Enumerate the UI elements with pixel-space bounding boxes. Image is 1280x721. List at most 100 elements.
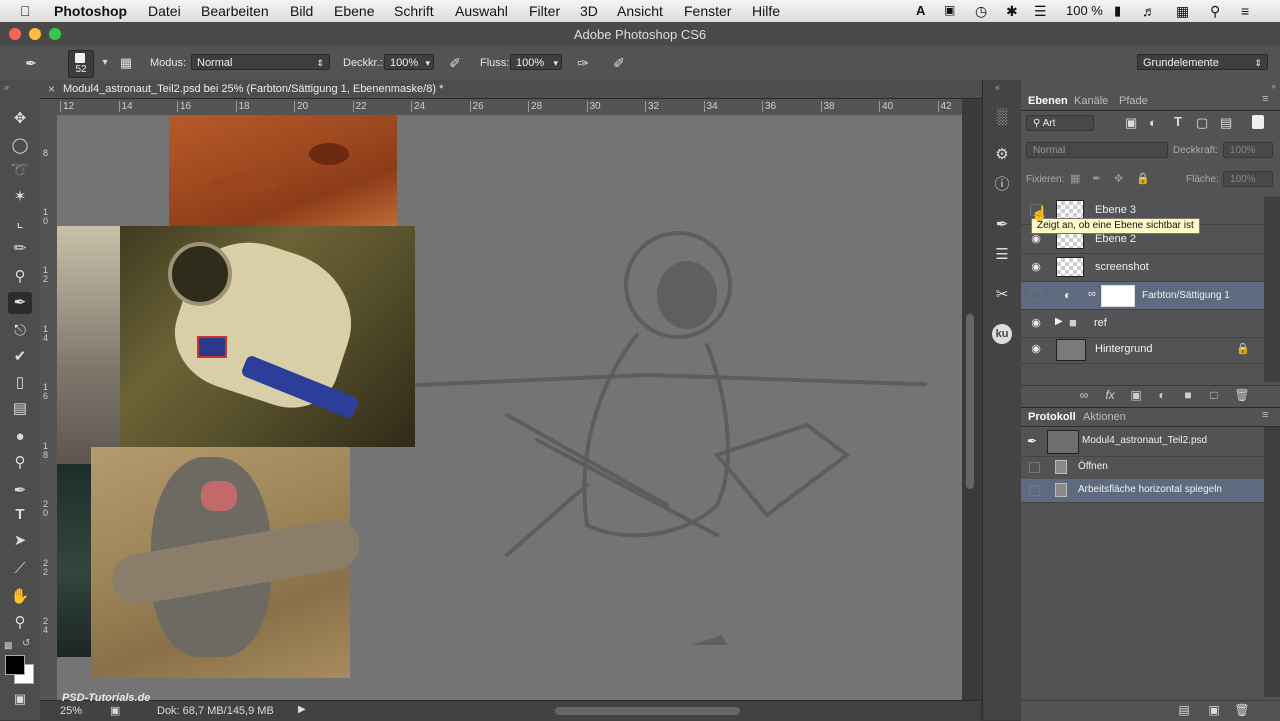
layer-row-hintergrund[interactable]: ◉ Hintergrund 🔒 [1021, 336, 1264, 364]
history-step[interactable]: Öffnen [1021, 456, 1264, 480]
pen-tool-icon[interactable]: ✒ [8, 480, 32, 502]
scroll-thumb[interactable] [966, 314, 974, 489]
bluetooth-icon[interactable]: ✱ [1006, 3, 1018, 20]
battery-icon[interactable]: ▮ [1114, 3, 1121, 19]
history-source-checkbox[interactable] [1029, 485, 1040, 496]
close-document-icon[interactable]: × [48, 82, 55, 96]
brush-size-dropdown-icon[interactable]: ▾ [94, 52, 116, 74]
layer-row-screenshot[interactable]: ◉ screenshot [1021, 254, 1264, 282]
type-tool-icon[interactable]: T [8, 504, 32, 526]
tab-pfade[interactable]: Pfade [1119, 95, 1148, 107]
apple-icon[interactable]:  [20, 3, 31, 19]
pressure-size-icon[interactable]: ✐ [608, 52, 630, 74]
default-colors-icon[interactable]: ▩ [4, 640, 13, 651]
workspace-select[interactable]: Grundelemente ⇕ [1137, 54, 1268, 70]
dodge-tool-icon[interactable]: ⚲ [8, 452, 32, 474]
link-layers-icon[interactable]: ∞ [1075, 388, 1093, 402]
blur-tool-icon[interactable]: ● [8, 426, 32, 448]
menu-item-bearbeiten[interactable]: Bearbeiten [201, 3, 269, 19]
flow-field[interactable]: 100% ▾ [510, 54, 562, 70]
menu-item-fenster[interactable]: Fenster [684, 3, 731, 19]
clone-stamp-tool-icon[interactable]: ⎋ [8, 320, 32, 342]
gradient-tool-icon[interactable]: ▤ [8, 398, 32, 420]
notification-center-icon[interactable]: ≡ [1241, 3, 1249, 19]
calendar-icon[interactable]: ▦ [1176, 3, 1189, 20]
magic-wand-tool-icon[interactable]: ✶ [8, 186, 32, 208]
panel-menu-icon[interactable]: ≡ [1262, 93, 1268, 105]
collapse-panels-icon[interactable]: » [1271, 81, 1276, 91]
new-document-from-state-icon[interactable]: ▤ [1175, 703, 1193, 717]
adjustments-panel-icon[interactable]: ☰ [990, 244, 1014, 266]
document-tab[interactable]: × Modul4_astronaut_Teil2.psd bei 25% (Fa… [40, 80, 982, 99]
menu-item-auswahl[interactable]: Auswahl [455, 3, 508, 19]
ruler-origin[interactable] [40, 99, 57, 116]
eye-icon[interactable]: ◉ [1029, 317, 1043, 329]
menu-item-bild[interactable]: Bild [290, 3, 313, 19]
link-icon[interactable]: ∞ [1088, 288, 1096, 300]
zoom-level[interactable]: 25% [60, 705, 82, 717]
visibility-toggle[interactable] [1030, 289, 1042, 301]
mode-select[interactable]: Normal ⇕ [191, 54, 330, 70]
search-icon[interactable]: ⚲ [1210, 3, 1220, 20]
kuler-panel-icon[interactable]: ku [992, 324, 1012, 344]
adobe-menu-icon[interactable]: A [916, 3, 925, 18]
history-step[interactable]: Arbeitsfläche horizontal spiegeln [1021, 479, 1264, 503]
time-machine-icon[interactable]: ◷ [975, 3, 987, 20]
layer-opacity-field[interactable]: 100% [1223, 142, 1273, 158]
eye-icon[interactable]: ◉ [1029, 233, 1043, 245]
move-tool-icon[interactable]: ✥ [8, 108, 32, 130]
foreground-color-swatch[interactable] [5, 655, 25, 675]
add-mask-icon[interactable]: ▣ [1127, 388, 1145, 402]
menu-item-schrift[interactable]: Schrift [394, 3, 434, 19]
tab-aktionen[interactable]: Aktionen [1083, 411, 1126, 423]
menu-item-filter[interactable]: Filter [529, 3, 560, 19]
status-menu-arrow-icon[interactable]: ▶ [298, 704, 306, 715]
lock-all-icon[interactable]: 🔒 [1136, 172, 1150, 185]
eye-icon[interactable]: ◉ [1029, 343, 1043, 355]
menu-item-ebene[interactable]: Ebene [334, 3, 374, 19]
blend-mode-select[interactable]: Normal [1026, 142, 1168, 158]
menu-item-3d[interactable]: 3D [580, 3, 598, 19]
tab-kanaele[interactable]: Kanäle [1074, 95, 1108, 107]
lock-transparency-icon[interactable]: ▦ [1070, 172, 1080, 185]
panel-menu-icon[interactable]: ≡ [1262, 409, 1268, 421]
layer-group-ref[interactable]: ◉ ▶ ■ ref [1021, 310, 1264, 338]
menu-app-name[interactable]: Photoshop [54, 3, 127, 19]
export-icon[interactable]: ▣ [110, 704, 120, 717]
filter-shape-icon[interactable]: ▢ [1196, 115, 1208, 131]
brush-presets-panel-icon[interactable]: ✒ [990, 214, 1014, 236]
canvas-vertical-scrollbar[interactable] [962, 99, 980, 700]
layers-scrollbar[interactable] [1264, 197, 1280, 382]
document-canvas[interactable] [57, 115, 962, 700]
tab-protokoll[interactable]: Protokoll [1028, 411, 1076, 423]
volume-icon[interactable]: ♬ [1142, 3, 1156, 19]
menu-item-datei[interactable]: Datei [148, 3, 181, 19]
histogram-panel-icon[interactable]: ░ [990, 106, 1014, 128]
history-brush-source-icon[interactable]: ✒ [1027, 434, 1037, 448]
swap-colors-icon[interactable]: ↺ [22, 638, 30, 649]
brush-tool-icon[interactable]: ✒ [8, 292, 32, 314]
new-adjustment-layer-icon[interactable]: ◐ [1153, 388, 1171, 402]
history-brush-tool-icon[interactable]: ✔ [8, 346, 32, 368]
lasso-tool-icon[interactable]: ➰ [8, 160, 32, 182]
tab-ebenen[interactable]: Ebenen [1028, 95, 1068, 107]
fx-icon[interactable]: fx [1101, 388, 1119, 402]
lock-position-icon[interactable]: ✥ [1114, 172, 1123, 185]
trash-icon[interactable]: 🗑 [1233, 388, 1251, 402]
collapse-panel-icon[interactable]: » [4, 82, 9, 92]
filter-smart-object-icon[interactable]: ▤ [1220, 115, 1232, 131]
brush-preset-picker-icon[interactable]: ✒ [20, 52, 42, 74]
filter-toggle-icon[interactable] [1252, 115, 1264, 129]
pressure-opacity-icon[interactable]: ✐ [444, 52, 466, 74]
crop-tool-icon[interactable]: ⌞ [8, 212, 32, 234]
layer-mask-thumbnail[interactable] [1101, 285, 1135, 307]
toggle-brush-panel-icon[interactable]: ▦ [115, 52, 137, 74]
collapse-dock-icon[interactable]: « [995, 82, 1000, 92]
new-group-icon[interactable]: ■ [1179, 388, 1197, 402]
eye-icon[interactable]: ◉ [1029, 261, 1043, 273]
camera-icon[interactable]: ▣ [944, 3, 955, 17]
properties-panel-icon[interactable]: ⚙ [990, 144, 1014, 166]
tool-presets-panel-icon[interactable]: ✂ [990, 284, 1014, 306]
brush-size-preview[interactable]: 52 [68, 50, 94, 78]
marquee-tool-icon[interactable]: ◯ [8, 135, 32, 157]
